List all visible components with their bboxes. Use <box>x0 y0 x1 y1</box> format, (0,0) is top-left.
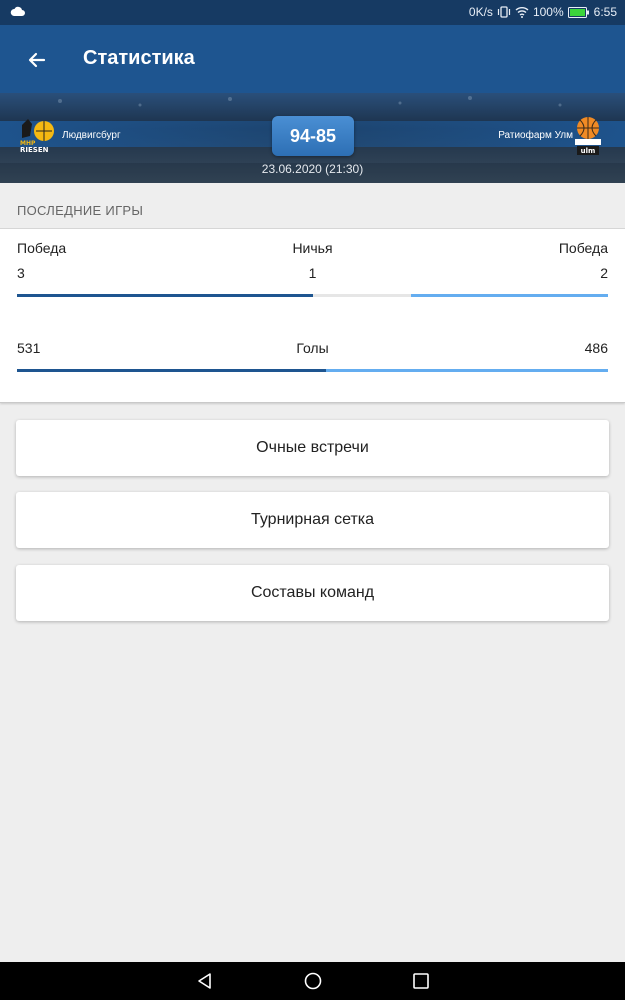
away-win-label: Победа <box>558 240 608 256</box>
away-goals-bar <box>326 369 608 372</box>
away-team-logo: ulm <box>575 117 601 155</box>
match-header: MHP RIESEN Людвигсбург 94-85 Ратиофарм У… <box>0 93 625 183</box>
network-speed: 0K/s <box>468 5 493 19</box>
battery-icon <box>567 6 589 18</box>
system-nav-bar <box>0 962 625 1000</box>
svg-text:ulm: ulm <box>581 147 596 155</box>
vibrate-icon <box>497 6 511 18</box>
team-rosters-button[interactable]: Составы команд <box>16 565 609 621</box>
app-bar: Статистика <box>0 25 625 93</box>
draws-value: 1 <box>308 265 317 281</box>
home-goals-bar <box>17 369 326 372</box>
back-triangle-icon[interactable] <box>195 971 215 991</box>
section-title: ПОСЛЕДНИЕ ИГРЫ <box>17 203 144 218</box>
status-indicators: 0K/s 100% 6:55 <box>469 5 617 19</box>
head-to-head-button[interactable]: Очные встречи <box>16 420 609 476</box>
tournament-bracket-button[interactable]: Турнирная сетка <box>16 492 609 548</box>
home-team-logo: MHP RIESEN <box>20 119 54 154</box>
away-wins-bar <box>411 294 608 297</box>
home-team-name: Людвигсбург <box>62 130 121 141</box>
wifi-icon <box>515 7 529 18</box>
home-wins-bar <box>17 294 313 297</box>
recents-square-icon[interactable] <box>411 971 431 991</box>
away-team-name: Ратиофарм Улм <box>498 130 573 141</box>
away-goals-value: 486 <box>584 340 608 356</box>
svg-text:RIESEN: RIESEN <box>20 146 49 154</box>
match-date: 23.06.2020 (21:30) <box>261 162 364 176</box>
away-wins-value: 2 <box>600 265 608 281</box>
draw-label: Ничья <box>292 240 333 256</box>
match-score: 94-85 <box>272 116 354 156</box>
arrow-left-icon[interactable] <box>22 45 52 75</box>
page-title: Статистика <box>83 47 195 69</box>
recent-games-header: ПОСЛЕДНИЕ ИГРЫ <box>0 183 625 229</box>
home-circle-icon[interactable] <box>303 971 323 991</box>
battery-percent: 100% <box>532 5 564 19</box>
status-bar: 0K/s 100% 6:55 <box>0 0 625 25</box>
cloud-icon <box>10 6 25 16</box>
goals-label: Голы <box>296 340 329 356</box>
stats-card: Победа Ничья Победа 3 1 2 531 Голы 486 <box>0 229 625 403</box>
draws-bar <box>313 294 411 297</box>
clock: 6:55 <box>593 5 617 19</box>
